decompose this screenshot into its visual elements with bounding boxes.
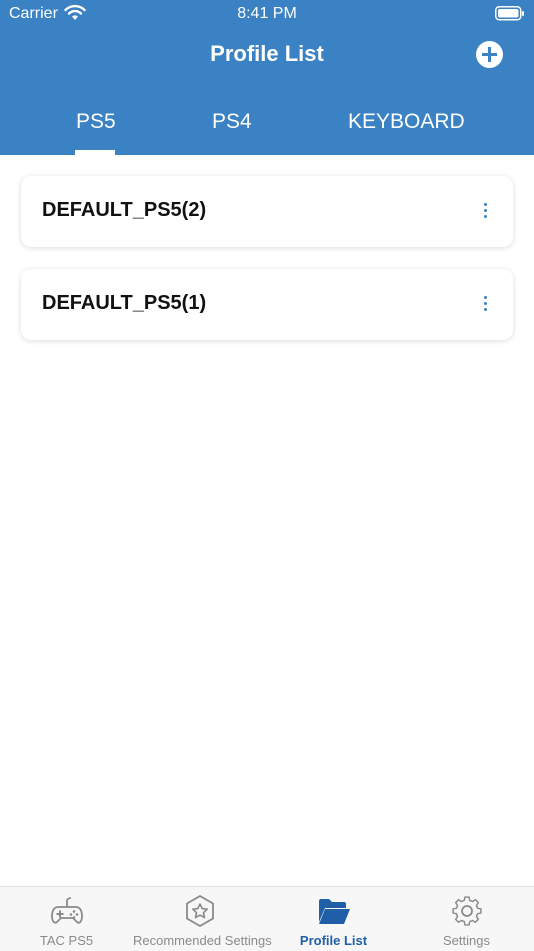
- profile-name: DEFAULT_PS5(2): [42, 199, 207, 221]
- page-title: Profile List: [210, 41, 324, 66]
- star-badge-icon: [185, 895, 214, 927]
- tab-selection-indicator: [75, 150, 115, 155]
- gear-icon: [451, 896, 482, 926]
- tab-strip: PS5 PS4 KEYBOARD: [0, 100, 534, 155]
- tab-bar-item-profile-list[interactable]: Profile List: [267, 887, 400, 951]
- tab-keyboard[interactable]: KEYBOARD: [348, 110, 465, 134]
- tab-bar-item-settings[interactable]: Settings: [400, 887, 533, 951]
- tab-bar-item-tac-ps5[interactable]: TAC PS5: [0, 887, 133, 951]
- tab-bar-label: TAC PS5: [39, 933, 94, 948]
- bottom-tab-bar: TAC PS5 Recommended Settings Profile Lis…: [0, 886, 534, 951]
- tab-bar-label: Recommended Settings: [133, 933, 272, 948]
- gamepad-icon: [50, 897, 83, 924]
- tab-bar-label: Settings: [443, 933, 490, 948]
- header: Carrier 8:41 PM Profile List PS5 PS4 KEY…: [0, 0, 534, 155]
- more-options-icon[interactable]: [481, 201, 489, 221]
- add-profile-button[interactable]: [476, 41, 503, 68]
- folder-open-icon: [318, 899, 350, 924]
- profile-name: DEFAULT_PS5(1): [42, 292, 207, 314]
- more-options-icon[interactable]: [481, 294, 489, 314]
- battery-icon: [495, 6, 524, 21]
- status-bar: Carrier 8:41 PM: [0, 0, 534, 28]
- tab-bar-label: Profile List: [299, 933, 368, 948]
- tab-ps5[interactable]: PS5: [76, 110, 116, 134]
- tab-ps4[interactable]: PS4: [212, 110, 252, 134]
- profile-card[interactable]: DEFAULT_PS5(1): [21, 269, 513, 340]
- profile-card[interactable]: DEFAULT_PS5(2): [21, 176, 513, 247]
- tab-bar-item-recommended-settings[interactable]: Recommended Settings: [133, 887, 272, 951]
- clock: 8:41 PM: [237, 5, 297, 22]
